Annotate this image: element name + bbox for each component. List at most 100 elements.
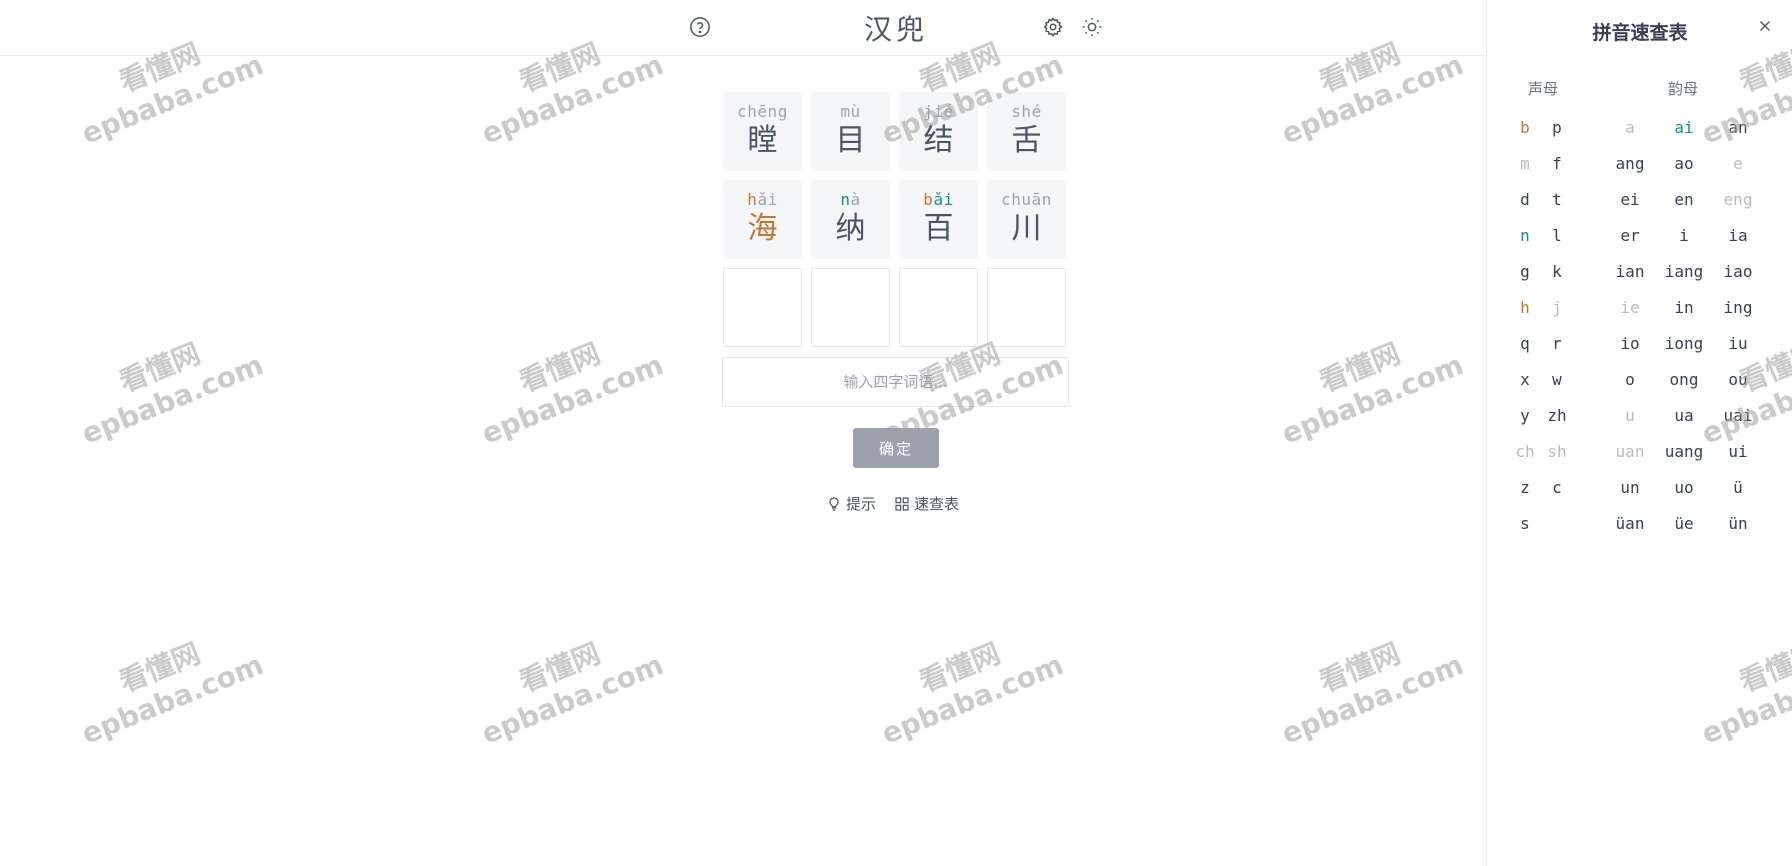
pinyin-key: ua xyxy=(1674,406,1694,425)
watermark: 看懂网epbaba.com xyxy=(64,316,268,451)
hint-label: 提示 xyxy=(846,495,877,513)
top-bar: 汉兜 xyxy=(0,0,1486,56)
pinyin-part: uān xyxy=(1021,190,1052,209)
pinyin-part: ch xyxy=(1001,190,1022,209)
pinyin-key: un xyxy=(1620,478,1640,497)
pinyin-key: iu xyxy=(1728,334,1748,353)
pinyin-part: b xyxy=(923,190,934,209)
tile-hanzi: 结 xyxy=(923,123,954,158)
pinyin-key: ün xyxy=(1728,514,1748,533)
pinyin-key: ao xyxy=(1674,154,1694,173)
board-tile: hǎi 海 xyxy=(723,180,802,259)
pinyin-key: s xyxy=(1520,514,1530,533)
watermark-line: epbaba.com xyxy=(477,47,668,151)
pinyin-key: i xyxy=(1679,226,1689,245)
guess-board: chēng 瞠 mù 目 jié 结 shé 舌 hǎi 海 nà 纳 bǎi 百 chuān 川 xyxy=(723,92,1068,356)
pinyin-part: n xyxy=(840,190,851,209)
hint-link[interactable]: 提示 xyxy=(826,493,876,514)
watermark-line: 看懂网 xyxy=(1314,636,1405,699)
pinyin-key: m xyxy=(1520,154,1530,173)
pinyin-key: ei xyxy=(1620,190,1640,209)
gear-icon[interactable] xyxy=(1041,15,1065,39)
pinyin-key: d xyxy=(1520,190,1530,209)
pinyin-key: iong xyxy=(1664,334,1704,353)
tile-pinyin: chuān xyxy=(1001,192,1052,208)
tile-hanzi: 目 xyxy=(835,123,866,158)
finals-header: 韵母 xyxy=(1668,80,1699,98)
pinyin-key: ie xyxy=(1620,298,1640,317)
tile-pinyin: bǎi xyxy=(923,192,953,208)
pinyin-key: b xyxy=(1520,118,1530,137)
watermark-line: 看懂网 xyxy=(1314,336,1405,399)
lightbulb-icon xyxy=(829,496,839,511)
sun-icon[interactable] xyxy=(1080,15,1104,39)
watermark: 看懂网epbaba.com xyxy=(1264,316,1468,451)
pinyin-key: ch xyxy=(1515,442,1535,461)
pinyin-key: o xyxy=(1625,370,1635,389)
tile-pinyin: mù xyxy=(840,104,860,120)
watermark: 看懂网epbaba.com xyxy=(864,616,1068,751)
pinyin-key: e xyxy=(1733,154,1743,173)
pinyin-key: y xyxy=(1520,406,1530,425)
watermark-line: epbaba.com xyxy=(77,647,268,751)
pinyin-key: in xyxy=(1674,298,1694,317)
pinyin-part: m xyxy=(840,102,851,121)
watermark-line: epbaba.com xyxy=(1277,347,1468,451)
board-tile: chuān 川 xyxy=(987,180,1066,259)
pinyin-key: l xyxy=(1552,226,1562,245)
tile-hanzi: 海 xyxy=(747,211,778,246)
pinyin-part: sh xyxy=(1011,102,1032,121)
watermark-line: epbaba.com xyxy=(877,647,1068,751)
help-circle-icon[interactable] xyxy=(688,15,712,39)
watermark-line: epbaba.com xyxy=(477,647,668,751)
tile-pinyin: shé xyxy=(1011,104,1041,120)
watermark-line: 看懂网 xyxy=(914,636,1005,699)
pinyin-key: z xyxy=(1520,478,1530,497)
watermark-line: epbaba.com xyxy=(477,347,668,451)
pinyin-key: c xyxy=(1552,478,1562,497)
board-tile: shé 舌 xyxy=(987,92,1066,171)
initials-list: b p m f d t n l g k h j q r x w y zh ch sh z c s xyxy=(1509,114,1573,546)
board-tile xyxy=(811,268,890,347)
pinyin-key: ing xyxy=(1723,298,1753,317)
pinyin-key: ia xyxy=(1728,226,1748,245)
initials-header: 声母 xyxy=(1528,80,1559,98)
pinyin-key: p xyxy=(1552,118,1562,137)
pinyin-key: io xyxy=(1620,334,1640,353)
panel-title: 拼音速查表 xyxy=(1592,22,1688,44)
pinyin-key: h xyxy=(1520,298,1530,317)
guess-input[interactable] xyxy=(722,357,1069,407)
cheatsheet-label: 速查表 xyxy=(914,495,960,513)
watermark: 看懂网epbaba.com xyxy=(64,616,268,751)
tile-pinyin: nà xyxy=(840,192,860,208)
confirm-button[interactable]: 确定 xyxy=(853,428,939,468)
tile-hanzi: 川 xyxy=(1011,211,1042,246)
pinyin-key: j xyxy=(1552,298,1562,317)
pinyin-key: eng xyxy=(1723,190,1753,209)
pinyin-key: uang xyxy=(1664,442,1704,461)
grid-icon xyxy=(895,496,909,511)
pinyin-key: ian xyxy=(1615,262,1645,281)
pinyin-part: j xyxy=(923,102,934,121)
pinyin-key: üe xyxy=(1674,514,1694,533)
watermark-line: 看懂网 xyxy=(114,336,205,399)
pinyin-key: uan xyxy=(1615,442,1645,461)
board-row: hǎi 海 nà 纳 bǎi 百 chuān 川 xyxy=(723,180,1068,259)
action-links: 提示 速查表 xyxy=(826,493,959,514)
app-title: 汉兜 xyxy=(863,13,928,46)
close-icon[interactable] xyxy=(1756,17,1776,37)
pinyin-key: g xyxy=(1520,262,1530,281)
pinyin-key: ü xyxy=(1733,478,1743,497)
watermark-line: epbaba.com xyxy=(1277,647,1468,751)
pinyin-key: ai xyxy=(1674,118,1694,137)
board-tile xyxy=(723,268,802,347)
pinyin-key: x xyxy=(1520,370,1530,389)
pinyin-part: ié xyxy=(933,102,954,121)
board-tile: jié 结 xyxy=(899,92,978,171)
tile-pinyin: hǎi xyxy=(747,192,777,208)
pinyin-key: iao xyxy=(1723,262,1753,281)
pinyin-cheatsheet-panel: 拼音速查表 声母 韵母 b p m f d t n l g k h j q r x w y zh ch sh z c s a… xyxy=(1486,0,1792,866)
pinyin-part: ǎi xyxy=(933,190,954,209)
cheatsheet-link[interactable]: 速查表 xyxy=(894,493,959,514)
tile-hanzi: 舌 xyxy=(1011,123,1042,158)
